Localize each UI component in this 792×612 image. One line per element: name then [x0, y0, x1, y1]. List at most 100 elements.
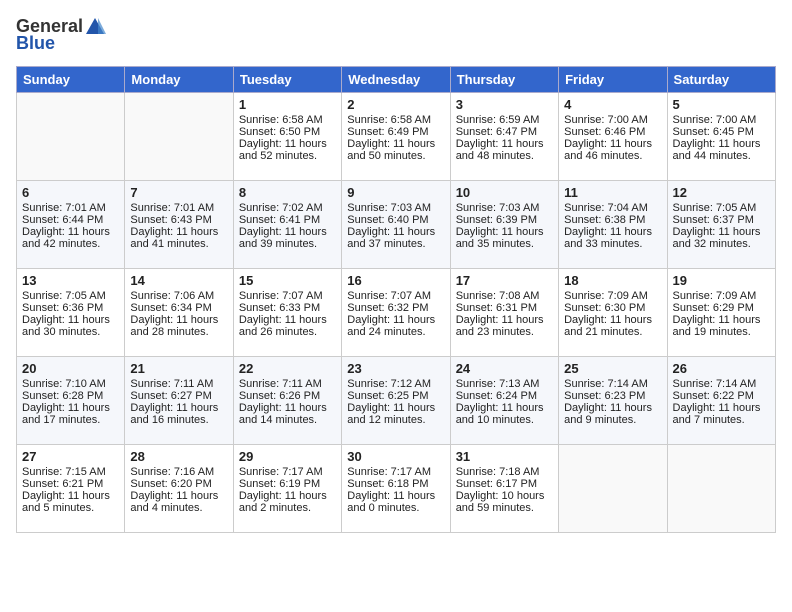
- calendar-cell: 14Sunrise: 7:06 AMSunset: 6:34 PMDayligh…: [125, 268, 233, 356]
- day-info: Sunset: 6:49 PM: [347, 126, 444, 138]
- day-info: Sunrise: 7:08 AM: [456, 290, 553, 302]
- day-info: Sunset: 6:27 PM: [130, 390, 227, 402]
- calendar-cell: 29Sunrise: 7:17 AMSunset: 6:19 PMDayligh…: [233, 444, 341, 532]
- day-info: Daylight: 11 hours and 30 minutes.: [22, 314, 119, 338]
- day-info: Daylight: 11 hours and 33 minutes.: [564, 226, 661, 250]
- day-info: Sunrise: 7:04 AM: [564, 202, 661, 214]
- day-info: Sunset: 6:25 PM: [347, 390, 444, 402]
- day-info: Sunrise: 7:02 AM: [239, 202, 336, 214]
- weekday-header-sunday: Sunday: [17, 66, 125, 92]
- day-number: 2: [347, 97, 444, 112]
- calendar-cell: 11Sunrise: 7:04 AMSunset: 6:38 PMDayligh…: [559, 180, 667, 268]
- calendar-cell: 25Sunrise: 7:14 AMSunset: 6:23 PMDayligh…: [559, 356, 667, 444]
- day-number: 9: [347, 185, 444, 200]
- day-info: Sunrise: 7:14 AM: [564, 378, 661, 390]
- day-info: Daylight: 11 hours and 2 minutes.: [239, 490, 336, 514]
- day-info: Sunset: 6:29 PM: [673, 302, 770, 314]
- calendar-week-1: 1Sunrise: 6:58 AMSunset: 6:50 PMDaylight…: [17, 92, 776, 180]
- day-info: Sunset: 6:18 PM: [347, 478, 444, 490]
- day-number: 19: [673, 273, 770, 288]
- calendar-cell: [559, 444, 667, 532]
- day-info: Daylight: 11 hours and 19 minutes.: [673, 314, 770, 338]
- calendar-cell: 2Sunrise: 6:58 AMSunset: 6:49 PMDaylight…: [342, 92, 450, 180]
- day-info: Sunset: 6:17 PM: [456, 478, 553, 490]
- day-info: Sunrise: 7:03 AM: [456, 202, 553, 214]
- calendar-cell: 10Sunrise: 7:03 AMSunset: 6:39 PMDayligh…: [450, 180, 558, 268]
- day-info: Daylight: 11 hours and 10 minutes.: [456, 402, 553, 426]
- day-info: Sunrise: 7:03 AM: [347, 202, 444, 214]
- day-info: Daylight: 11 hours and 44 minutes.: [673, 138, 770, 162]
- calendar-cell: 20Sunrise: 7:10 AMSunset: 6:28 PMDayligh…: [17, 356, 125, 444]
- day-info: Daylight: 11 hours and 17 minutes.: [22, 402, 119, 426]
- day-info: Daylight: 11 hours and 32 minutes.: [673, 226, 770, 250]
- calendar-cell: 31 Sunrise: 7:18 AMSunset: 6:17 PMDayligh…: [450, 444, 558, 532]
- day-number: 4: [564, 97, 661, 112]
- day-info: Sunrise: 7:00 AM: [673, 114, 770, 126]
- day-number: 16: [347, 273, 444, 288]
- calendar-cell: [125, 92, 233, 180]
- day-info: Daylight: 11 hours and 41 minutes.: [130, 226, 227, 250]
- day-info: Sunrise: 6:58 AM: [347, 114, 444, 126]
- calendar-cell: 17Sunrise: 7:08 AMSunset: 6:31 PMDayligh…: [450, 268, 558, 356]
- day-info: Daylight: 11 hours and 7 minutes.: [673, 402, 770, 426]
- day-number: 7: [130, 185, 227, 200]
- day-number: 30: [347, 449, 444, 464]
- day-info: Sunset: 6:32 PM: [347, 302, 444, 314]
- day-info: Sunset: 6:43 PM: [130, 214, 227, 226]
- day-number: 21: [130, 361, 227, 376]
- day-info: Daylight: 11 hours and 52 minutes.: [239, 138, 336, 162]
- day-number: 10: [456, 185, 553, 200]
- day-info: Sunrise: 7:11 AM: [239, 378, 336, 390]
- day-info: Daylight: 11 hours and 5 minutes.: [22, 490, 119, 514]
- calendar-cell: 30Sunrise: 7:17 AMSunset: 6:18 PMDayligh…: [342, 444, 450, 532]
- calendar-cell: [667, 444, 775, 532]
- day-info: Sunrise: 7:00 AM: [564, 114, 661, 126]
- day-number: 11: [564, 185, 661, 200]
- day-info: Sunrise: 7:09 AM: [673, 290, 770, 302]
- day-info: Daylight: 11 hours and 16 minutes.: [130, 402, 227, 426]
- day-info: Sunset: 6:33 PM: [239, 302, 336, 314]
- day-info: Daylight: 11 hours and 0 minutes.: [347, 490, 444, 514]
- day-info: Daylight: 11 hours and 23 minutes.: [456, 314, 553, 338]
- day-info: Sunrise: 7:01 AM: [130, 202, 227, 214]
- day-info: Sunset: 6:30 PM: [564, 302, 661, 314]
- day-number: 3: [456, 97, 553, 112]
- day-number: 28: [130, 449, 227, 464]
- day-number: 31: [456, 449, 553, 464]
- calendar-cell: 26Sunrise: 7:14 AMSunset: 6:22 PMDayligh…: [667, 356, 775, 444]
- day-number: 15: [239, 273, 336, 288]
- calendar-cell: 3Sunrise: 6:59 AMSunset: 6:47 PMDaylight…: [450, 92, 558, 180]
- day-number: 26: [673, 361, 770, 376]
- calendar-week-4: 20Sunrise: 7:10 AMSunset: 6:28 PMDayligh…: [17, 356, 776, 444]
- day-number: 20: [22, 361, 119, 376]
- logo: General Blue: [16, 16, 107, 54]
- day-info: Daylight: 11 hours and 21 minutes.: [564, 314, 661, 338]
- day-info: Daylight: 11 hours and 26 minutes.: [239, 314, 336, 338]
- day-number: 29: [239, 449, 336, 464]
- calendar-cell: 4Sunrise: 7:00 AMSunset: 6:46 PMDaylight…: [559, 92, 667, 180]
- day-info: Sunrise: 7:18 AM: [456, 466, 553, 478]
- day-number: 23: [347, 361, 444, 376]
- day-info: Daylight: 11 hours and 42 minutes.: [22, 226, 119, 250]
- day-number: 27: [22, 449, 119, 464]
- day-number: 13: [22, 273, 119, 288]
- calendar-cell: 8Sunrise: 7:02 AMSunset: 6:41 PMDaylight…: [233, 180, 341, 268]
- day-info: Daylight: 11 hours and 39 minutes.: [239, 226, 336, 250]
- day-info: Sunset: 6:41 PM: [239, 214, 336, 226]
- day-info: Sunrise: 7:01 AM: [22, 202, 119, 214]
- day-info: Sunrise: 7:10 AM: [22, 378, 119, 390]
- calendar-body: 1Sunrise: 6:58 AMSunset: 6:50 PMDaylight…: [17, 92, 776, 532]
- day-info: Daylight: 10 hours and 59 minutes.: [456, 490, 553, 514]
- weekday-header-wednesday: Wednesday: [342, 66, 450, 92]
- calendar-week-2: 6Sunrise: 7:01 AMSunset: 6:44 PMDaylight…: [17, 180, 776, 268]
- calendar-cell: 23Sunrise: 7:12 AMSunset: 6:25 PMDayligh…: [342, 356, 450, 444]
- day-info: Sunrise: 7:06 AM: [130, 290, 227, 302]
- weekday-header-saturday: Saturday: [667, 66, 775, 92]
- day-info: Sunset: 6:37 PM: [673, 214, 770, 226]
- day-info: Sunset: 6:47 PM: [456, 126, 553, 138]
- logo-icon: [84, 16, 106, 38]
- day-info: Sunrise: 7:07 AM: [239, 290, 336, 302]
- day-info: Daylight: 11 hours and 28 minutes.: [130, 314, 227, 338]
- calendar-cell: 21Sunrise: 7:11 AMSunset: 6:27 PMDayligh…: [125, 356, 233, 444]
- day-info: Sunrise: 7:17 AM: [239, 466, 336, 478]
